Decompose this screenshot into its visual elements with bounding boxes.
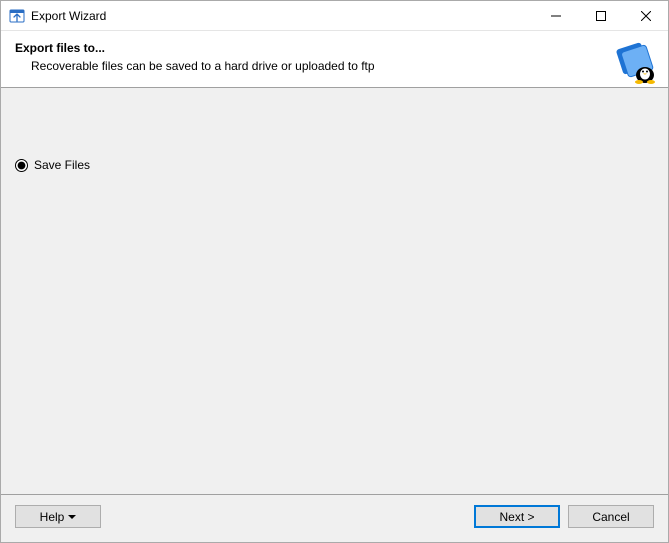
help-button[interactable]: Help	[15, 505, 101, 528]
window-controls	[533, 1, 668, 30]
page-subtitle: Recoverable files can be saved to a hard…	[31, 59, 654, 73]
cancel-button-label: Cancel	[592, 510, 629, 524]
cancel-button[interactable]: Cancel	[568, 505, 654, 528]
next-button[interactable]: Next >	[474, 505, 560, 528]
titlebar: Export Wizard	[1, 1, 668, 31]
minimize-button[interactable]	[533, 1, 578, 30]
close-button[interactable]	[623, 1, 668, 30]
next-button-label: Next >	[499, 510, 534, 524]
wizard-header: Export files to... Recoverable files can…	[1, 31, 668, 87]
save-files-radio[interactable]	[15, 159, 28, 172]
page-title: Export files to...	[15, 41, 654, 55]
save-files-option[interactable]: Save Files	[15, 158, 654, 172]
minimize-icon	[551, 11, 561, 21]
window-title: Export Wizard	[31, 9, 533, 23]
help-button-label: Help	[40, 510, 65, 524]
wizard-body: Save Files	[1, 88, 668, 494]
export-wizard-window: Export Wizard Export files to... Recover…	[0, 0, 669, 543]
wizard-header-icon	[610, 37, 658, 85]
wizard-footer: Help Next > Cancel	[1, 494, 668, 542]
close-icon	[641, 11, 651, 21]
maximize-button[interactable]	[578, 1, 623, 30]
chevron-down-icon	[68, 515, 76, 519]
save-files-label: Save Files	[34, 158, 90, 172]
maximize-icon	[596, 11, 606, 21]
app-icon	[9, 8, 25, 24]
